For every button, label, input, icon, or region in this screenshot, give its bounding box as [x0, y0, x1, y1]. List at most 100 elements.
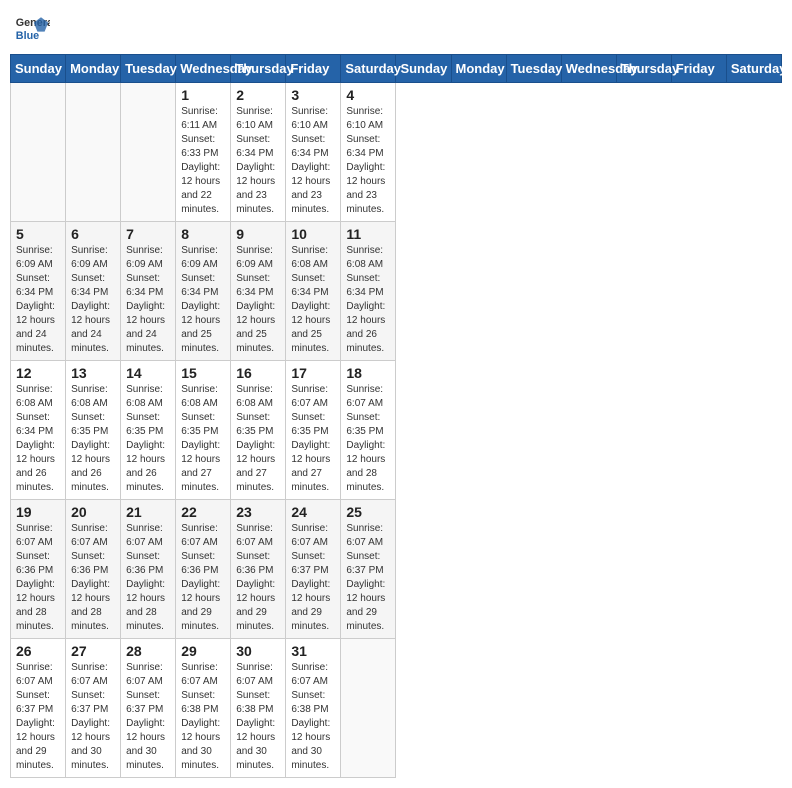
weekday-header-saturday: Saturday	[726, 55, 781, 83]
calendar-cell: 4Sunrise: 6:10 AM Sunset: 6:34 PM Daylig…	[341, 83, 396, 222]
calendar-cell: 9 Sunrise: 6:09 AM Sunset: 6:34 PM Daylig…	[231, 222, 286, 361]
day-number: 30	[236, 643, 280, 659]
calendar-week-4: 19 Sunrise: 6:07 AM Sunset: 6:36 PM Dayli…	[11, 500, 782, 639]
day-info: Sunrise: 6:08 AM Sunset: 6:35 PM Dayligh…	[181, 383, 225, 495]
weekday-header-friday: Friday	[671, 55, 726, 83]
calendar-cell: 21 Sunrise: 6:07 AM Sunset: 6:36 PM Dayli…	[121, 500, 176, 639]
calendar-cell: 14 Sunrise: 6:08 AM Sunset: 6:35 PM Dayli…	[121, 361, 176, 500]
calendar-cell	[341, 639, 396, 778]
day-number: 3	[291, 87, 335, 103]
calendar-cell: 16Sunrise: 6:08 AM Sunset: 6:35 PM Dayli…	[231, 361, 286, 500]
day-info: Sunrise: 6:08 AM Sunset: 6:35 PM Dayligh…	[126, 383, 170, 495]
calendar-week-3: 12 Sunrise: 6:08 AM Sunset: 6:34 PM Dayli…	[11, 361, 782, 500]
weekday-header-tuesday: Tuesday	[506, 55, 561, 83]
day-info: Sunrise: 6:07 AM Sunset: 6:36 PM Dayligh…	[236, 522, 280, 634]
weekday-header-tuesday: Tuesday	[121, 55, 176, 83]
day-number: 17	[291, 365, 335, 381]
day-number: 8	[181, 226, 225, 242]
day-number: 19	[16, 504, 60, 520]
day-info: Sunrise: 6:07 AM Sunset: 6:36 PM Dayligh…	[126, 522, 170, 634]
day-number: 18	[346, 365, 390, 381]
day-info: Sunrise: 6:07 AM Sunset: 6:35 PM Dayligh…	[346, 383, 390, 495]
calendar-cell: 11 Sunrise: 6:08 AM Sunset: 6:34 PM Dayli…	[341, 222, 396, 361]
day-number: 4	[346, 87, 390, 103]
day-info: Sunrise: 6:09 AM Sunset: 6:34 PM Dayligh…	[126, 244, 170, 356]
day-info: Sunrise: 6:10 AM Sunset: 6:34 PM Dayligh…	[291, 105, 335, 217]
calendar-cell: 24 Sunrise: 6:07 AM Sunset: 6:37 PM Dayli…	[286, 500, 341, 639]
weekday-header-sunday: Sunday	[396, 55, 451, 83]
day-number: 10	[291, 226, 335, 242]
calendar-cell: 7 Sunrise: 6:09 AM Sunset: 6:34 PM Daylig…	[121, 222, 176, 361]
calendar-cell: 26Sunrise: 6:07 AM Sunset: 6:37 PM Dayli…	[11, 639, 66, 778]
day-number: 26	[16, 643, 60, 659]
calendar-cell: 19 Sunrise: 6:07 AM Sunset: 6:36 PM Dayli…	[11, 500, 66, 639]
day-info: Sunrise: 6:09 AM Sunset: 6:34 PM Dayligh…	[71, 244, 115, 356]
day-info: Sunrise: 6:09 AM Sunset: 6:34 PM Dayligh…	[236, 244, 280, 356]
day-number: 12	[16, 365, 60, 381]
day-info: Sunrise: 6:07 AM Sunset: 6:35 PM Dayligh…	[291, 383, 335, 495]
calendar-cell: 18 Sunrise: 6:07 AM Sunset: 6:35 PM Dayli…	[341, 361, 396, 500]
calendar-cell: 31Sunrise: 6:07 AM Sunset: 6:38 PM Dayli…	[286, 639, 341, 778]
weekday-header-wednesday: Wednesday	[561, 55, 616, 83]
calendar-week-5: 26Sunrise: 6:07 AM Sunset: 6:37 PM Dayli…	[11, 639, 782, 778]
day-info: Sunrise: 6:07 AM Sunset: 6:38 PM Dayligh…	[181, 661, 225, 773]
day-info: Sunrise: 6:11 AM Sunset: 6:33 PM Dayligh…	[181, 105, 225, 217]
day-info: Sunrise: 6:07 AM Sunset: 6:36 PM Dayligh…	[71, 522, 115, 634]
calendar-cell: 1Sunrise: 6:11 AM Sunset: 6:33 PM Daylig…	[176, 83, 231, 222]
calendar-cell: 6 Sunrise: 6:09 AM Sunset: 6:34 PM Daylig…	[66, 222, 121, 361]
day-info: Sunrise: 6:09 AM Sunset: 6:34 PM Dayligh…	[181, 244, 225, 356]
day-info: Sunrise: 6:08 AM Sunset: 6:34 PM Dayligh…	[291, 244, 335, 356]
calendar-cell	[11, 83, 66, 222]
weekday-header-monday: Monday	[66, 55, 121, 83]
day-number: 9	[236, 226, 280, 242]
day-info: Sunrise: 6:07 AM Sunset: 6:38 PM Dayligh…	[236, 661, 280, 773]
day-info: Sunrise: 6:08 AM Sunset: 6:35 PM Dayligh…	[236, 383, 280, 495]
day-number: 14	[126, 365, 170, 381]
weekday-header-thursday: Thursday	[231, 55, 286, 83]
calendar-cell: 30 Sunrise: 6:07 AM Sunset: 6:38 PM Dayli…	[231, 639, 286, 778]
calendar-cell: 29Sunrise: 6:07 AM Sunset: 6:38 PM Dayli…	[176, 639, 231, 778]
logo: General Blue	[14, 10, 50, 46]
day-number: 25	[346, 504, 390, 520]
weekday-header-monday: Monday	[451, 55, 506, 83]
day-info: Sunrise: 6:08 AM Sunset: 6:34 PM Dayligh…	[346, 244, 390, 356]
weekday-header-friday: Friday	[286, 55, 341, 83]
logo-icon: General Blue	[14, 10, 50, 46]
day-number: 24	[291, 504, 335, 520]
calendar-cell: 22Sunrise: 6:07 AM Sunset: 6:36 PM Dayli…	[176, 500, 231, 639]
day-number: 21	[126, 504, 170, 520]
day-number: 11	[346, 226, 390, 242]
day-number: 5	[16, 226, 60, 242]
calendar-cell: 8 Sunrise: 6:09 AM Sunset: 6:34 PM Daylig…	[176, 222, 231, 361]
calendar-table: SundayMondayTuesdayWednesdayThursdayFrid…	[10, 54, 782, 778]
page-header: General Blue	[10, 10, 782, 46]
day-info: Sunrise: 6:09 AM Sunset: 6:34 PM Dayligh…	[16, 244, 60, 356]
calendar-cell: 2 Sunrise: 6:10 AM Sunset: 6:34 PM Daylig…	[231, 83, 286, 222]
day-info: Sunrise: 6:07 AM Sunset: 6:36 PM Dayligh…	[16, 522, 60, 634]
day-number: 22	[181, 504, 225, 520]
calendar-cell: 23 Sunrise: 6:07 AM Sunset: 6:36 PM Dayli…	[231, 500, 286, 639]
calendar-cell	[66, 83, 121, 222]
day-number: 7	[126, 226, 170, 242]
day-number: 2	[236, 87, 280, 103]
day-number: 23	[236, 504, 280, 520]
calendar-cell: 28Sunrise: 6:07 AM Sunset: 6:37 PM Dayli…	[121, 639, 176, 778]
calendar-week-2: 5 Sunrise: 6:09 AM Sunset: 6:34 PM Daylig…	[11, 222, 782, 361]
day-number: 6	[71, 226, 115, 242]
day-number: 20	[71, 504, 115, 520]
weekday-header-thursday: Thursday	[616, 55, 671, 83]
calendar-header-row: SundayMondayTuesdayWednesdayThursdayFrid…	[11, 55, 782, 83]
calendar-week-1: 1Sunrise: 6:11 AM Sunset: 6:33 PM Daylig…	[11, 83, 782, 222]
weekday-header-wednesday: Wednesday	[176, 55, 231, 83]
day-info: Sunrise: 6:10 AM Sunset: 6:34 PM Dayligh…	[236, 105, 280, 217]
day-info: Sunrise: 6:07 AM Sunset: 6:37 PM Dayligh…	[291, 522, 335, 634]
day-number: 31	[291, 643, 335, 659]
calendar-cell: 3 Sunrise: 6:10 AM Sunset: 6:34 PM Daylig…	[286, 83, 341, 222]
calendar-cell: 13Sunrise: 6:08 AM Sunset: 6:35 PM Dayli…	[66, 361, 121, 500]
calendar-cell: 17 Sunrise: 6:07 AM Sunset: 6:35 PM Dayli…	[286, 361, 341, 500]
weekday-header-sunday: Sunday	[11, 55, 66, 83]
day-info: Sunrise: 6:08 AM Sunset: 6:34 PM Dayligh…	[16, 383, 60, 495]
calendar-cell: 27Sunrise: 6:07 AM Sunset: 6:37 PM Dayli…	[66, 639, 121, 778]
svg-text:Blue: Blue	[16, 30, 39, 42]
day-info: Sunrise: 6:08 AM Sunset: 6:35 PM Dayligh…	[71, 383, 115, 495]
